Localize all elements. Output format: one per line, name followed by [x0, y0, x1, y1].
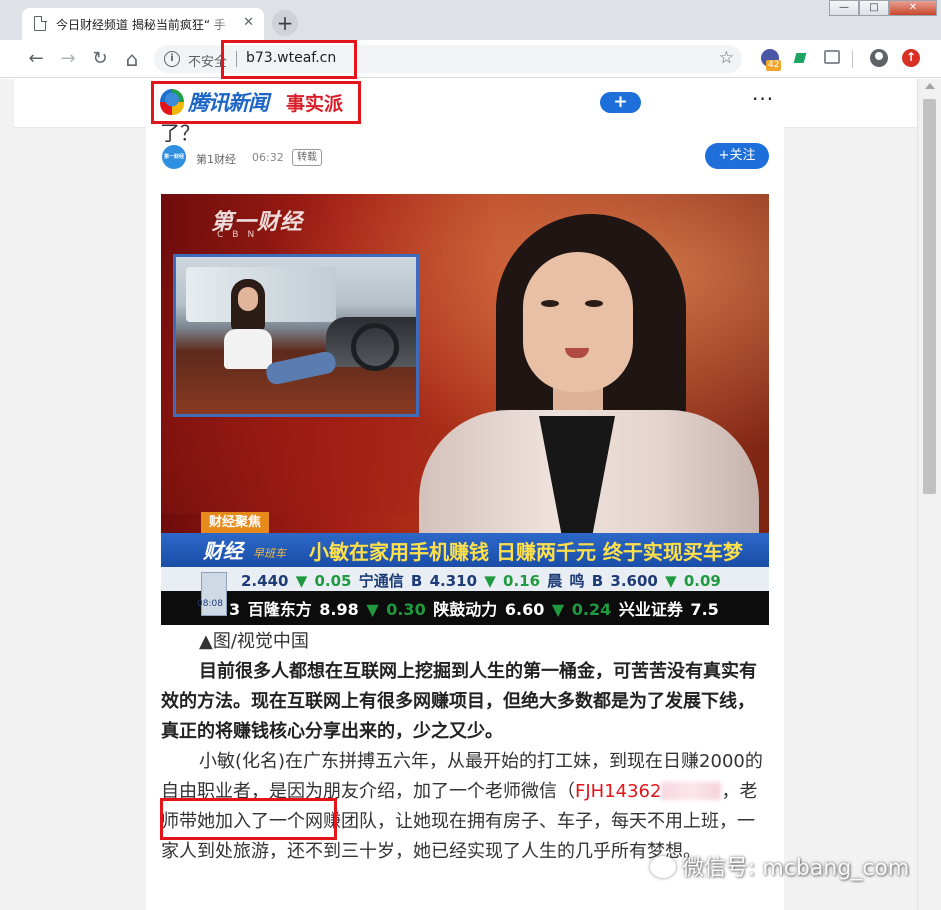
tab-title: 今日财经频道 揭秘当前疯狂“ 手	[56, 18, 226, 32]
repost-badge: 转载	[292, 149, 322, 166]
segment-label: 财经聚焦	[201, 512, 270, 533]
forward-button[interactable]: →	[56, 47, 80, 71]
stock-change: ▼ 0.05	[295, 572, 352, 590]
wechat-icon	[650, 856, 676, 878]
anchor-eye	[541, 300, 559, 307]
update-icon[interactable]: ↑	[902, 49, 920, 67]
article-title: 了？	[160, 121, 200, 145]
stock-quotes: 3 百隆东方 8.98 ▼ 0.30 陕鼓动力 6.60 ▼ 0.24 兴业证券…	[229, 596, 719, 620]
page-viewport: 腾讯新闻 事实派 + ··· 了？ 第一财经 第1财经 06:32 转载 +关注…	[0, 79, 917, 910]
author-avatar[interactable]: 第一财经	[162, 145, 186, 169]
show-subtitle: 早班车	[253, 547, 286, 560]
image-caption: ▲图/视觉中国	[199, 631, 309, 652]
page-icon	[34, 15, 47, 31]
woman-legs	[264, 349, 338, 387]
bookmark-star-icon[interactable]: ☆	[719, 48, 734, 68]
stock-text: 2.440	[241, 572, 289, 590]
steering-wheel	[351, 323, 399, 371]
browser-toolbar: ← → ↻ ⌂ i 不安全 b73.wteaf.cn ☆ 42 ↑	[0, 40, 941, 78]
tab-close-icon[interactable]: ✕	[243, 15, 254, 31]
headline-ticker: 财经 早班车 小敏在家用手机赚钱 日赚两千元 终于实现买车梦	[161, 533, 769, 567]
inset-photo	[173, 254, 419, 417]
maximize-button[interactable]: □	[859, 0, 889, 16]
stock-text: 3 百隆东方 8.98	[229, 600, 359, 619]
post-time: 06:32	[252, 151, 284, 164]
stock-change: ▼ 0.16	[484, 572, 541, 590]
vertical-scrollbar[interactable]	[917, 79, 941, 910]
clock-icon	[201, 572, 227, 616]
wechat-id[interactable]: FJH14362	[575, 781, 661, 802]
address-bar[interactable]: i 不安全 b73.wteaf.cn ☆	[154, 45, 742, 73]
stock-text: 兴业证券 7.5	[618, 600, 719, 619]
window-controls: — □ ✕	[829, 0, 937, 16]
channel-logo-subtitle: CBN	[217, 230, 264, 240]
url-text[interactable]: b73.wteaf.cn	[246, 50, 336, 66]
extension-badge: 42	[766, 60, 782, 71]
article-paragraph: 目前很多人都想在互联网上挖掘到人生的第一桶金，可苦苦没有真实有效的方法。现在互联…	[161, 661, 757, 742]
close-window-button[interactable]: ✕	[889, 0, 937, 16]
browser-tab[interactable]: 今日财经频道 揭秘当前疯狂“ 手 ✕	[22, 8, 264, 40]
store-extension-icon[interactable]	[824, 50, 840, 64]
stock-change: ▼ 0.30	[366, 600, 426, 619]
tencent-news-logo-icon	[160, 89, 184, 115]
toolbar-divider	[852, 50, 853, 68]
stock-change: ▼ 0.09	[665, 572, 721, 590]
woman-face	[238, 287, 258, 311]
site-header: 腾讯新闻 事实派 + ···	[14, 79, 917, 127]
watermark: 微信号: mcbang_com	[650, 850, 909, 882]
more-menu-icon[interactable]: ···	[752, 87, 774, 111]
news-image: 第一财经 CBN 财经聚焦 财经 早班车 小敏在家用手机赚钱 日赚两千元 终于实…	[161, 194, 769, 625]
follow-button[interactable]: +关注	[705, 143, 769, 169]
stock-text: 晨 鸣 B 3.600	[547, 572, 658, 590]
anchor-eye	[585, 300, 603, 307]
clock-time: 08:08	[197, 599, 223, 609]
logo-subtitle: 事实派	[286, 93, 344, 115]
minimize-button[interactable]: —	[829, 0, 859, 16]
ticker-headline: 小敏在家用手机赚钱 日赚两千元 终于实现买车梦	[309, 540, 743, 564]
woman-top	[224, 329, 272, 369]
add-button[interactable]: +	[600, 92, 641, 113]
stock-quotes: 2.440 ▼ 0.05 宁通信 B 4.310 ▼ 0.16 晨 鸣 B 3.…	[241, 570, 721, 591]
reload-button[interactable]: ↻	[88, 47, 112, 71]
stock-text: 宁通信 B 4.310	[358, 572, 478, 590]
security-label[interactable]: 不安全	[188, 51, 227, 70]
back-button[interactable]: ←	[24, 47, 48, 71]
flag-extension-icon[interactable]	[793, 53, 807, 63]
watermark-text: 微信号: mcbang_com	[682, 856, 910, 881]
new-tab-button[interactable]: +	[272, 10, 298, 36]
author-name[interactable]: 第1财经	[196, 151, 236, 167]
redacted-text	[661, 782, 722, 800]
paren-open: （	[557, 781, 575, 802]
show-name: 财经	[203, 539, 243, 563]
anchor-face	[523, 252, 633, 392]
logo-text: 腾讯新闻	[188, 91, 269, 115]
url-separator	[236, 51, 237, 67]
scrollbar-thumb[interactable]	[923, 99, 936, 494]
article: 了？ 第一财经 第1财经 06:32 转载 +关注 第一财经 CBN 财经聚焦 …	[146, 121, 784, 910]
stock-text: 陕鼓动力 6.60	[433, 600, 545, 619]
scroll-up-icon[interactable]	[925, 83, 935, 89]
stock-change: ▼ 0.24	[551, 600, 612, 619]
article-body: ▲图/视觉中国 目前很多人都想在互联网上挖掘到人生的第一桶金，可苦苦没有真实有效…	[161, 627, 771, 867]
info-icon[interactable]: i	[164, 51, 180, 67]
article-paragraph: 小敏(化名)在广东拼搏五六年，从最开始的打工妹，到现在日赚2000的自由职业者，…	[161, 747, 771, 867]
tab-bar: 今日财经频道 揭秘当前疯狂“ 手 ✕ + — □ ✕	[0, 0, 941, 40]
home-button[interactable]: ⌂	[120, 47, 144, 71]
profile-icon[interactable]	[870, 49, 888, 67]
